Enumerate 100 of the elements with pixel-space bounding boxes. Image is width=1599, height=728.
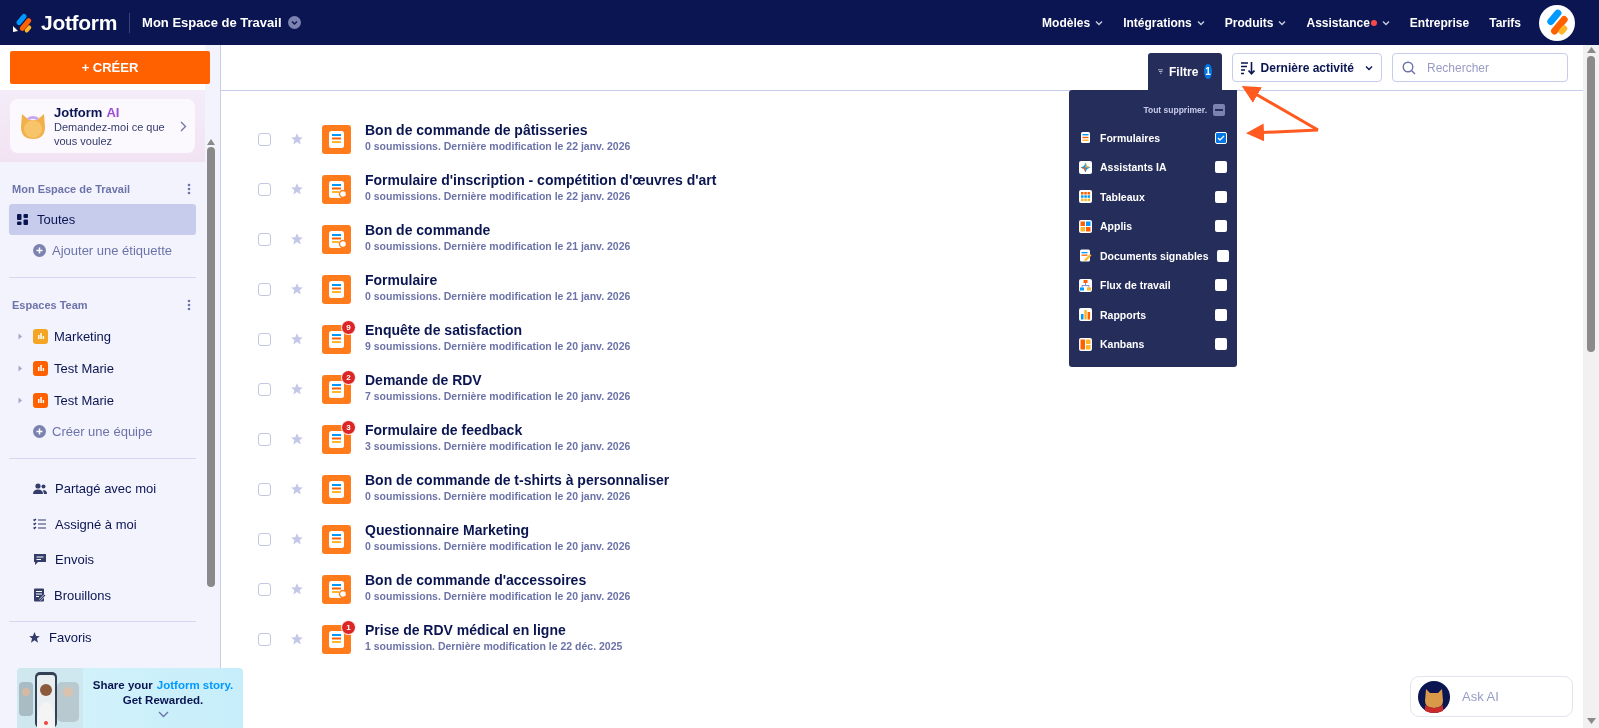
team-item[interactable]: Marketing [54, 328, 112, 344]
checkbox[interactable] [258, 232, 271, 246]
chevron-down-icon[interactable] [157, 711, 169, 718]
nav-link[interactable]: Intégrations [1123, 15, 1192, 30]
checkbox[interactable] [258, 332, 271, 346]
star-icon[interactable] [290, 282, 304, 296]
filter-option[interactable]: Flux de travail [1100, 279, 1207, 292]
form-icon [322, 524, 351, 554]
star-icon[interactable] [290, 532, 304, 546]
count-badge: 2 [341, 369, 356, 385]
people-icon [33, 482, 47, 495]
caret-right-icon[interactable] [18, 396, 23, 404]
sidebar-link[interactable]: Partagé avec moi [55, 481, 157, 497]
scrollbar-thumb[interactable] [1587, 56, 1595, 352]
form-title[interactable]: Bon de commande [365, 221, 631, 238]
checkbox[interactable] [1215, 338, 1227, 351]
checkbox[interactable] [1215, 161, 1227, 174]
nav-link[interactable]: Modèles [1042, 15, 1091, 30]
scroll-down-icon[interactable] [1586, 718, 1596, 724]
filter-button[interactable]: Filtre 1 [1147, 53, 1222, 90]
sort-button[interactable]: Dernière activité [1231, 53, 1382, 82]
star-icon[interactable] [290, 132, 304, 146]
nav-link[interactable]: Produits [1224, 15, 1274, 30]
checkbox[interactable] [258, 582, 271, 596]
form-title[interactable]: Formulaire [365, 271, 631, 288]
nav-link[interactable]: Tarifs [1489, 15, 1521, 30]
checkbox[interactable] [258, 282, 271, 296]
form-title[interactable]: Formulaire d'inscription - compétition d'œuvres d'art [365, 171, 717, 188]
add-label-link[interactable]: Ajouter une étiquette [52, 242, 172, 258]
scrollbar-thumb[interactable] [206, 147, 215, 587]
checkbox[interactable] [1215, 190, 1227, 203]
banner-text: Share your [92, 678, 153, 693]
form-meta: 9 soumissions. Dernière modification le 20 janv. 2026 [365, 339, 631, 352]
checkbox[interactable] [258, 382, 271, 396]
form-icon [322, 324, 351, 354]
star-icon[interactable] [290, 382, 304, 396]
checkbox[interactable] [258, 632, 271, 646]
nav-link[interactable]: Entreprise [1409, 15, 1470, 30]
checkbox[interactable] [1215, 279, 1227, 292]
star-icon[interactable] [290, 582, 304, 596]
filter-option[interactable]: Applis [1100, 220, 1207, 233]
notification-dot [1370, 19, 1377, 26]
checkbox[interactable] [258, 482, 271, 496]
promo-banner[interactable]: Share your Jotform story. Get Rewarded. [17, 668, 243, 728]
team-item[interactable]: Test Marie [54, 360, 114, 376]
sidebar-link[interactable]: Assigné à moi [55, 516, 137, 532]
workspace-name[interactable]: Mon Espace de Travail [142, 15, 282, 30]
filter-option[interactable]: Assistants IA [1100, 161, 1207, 174]
nav-link[interactable]: Assistance [1306, 15, 1370, 30]
form-title[interactable]: Demande de RDV [365, 371, 631, 388]
star-icon[interactable] [290, 332, 304, 346]
clear-all-link[interactable]: Tout supprimer. [1143, 104, 1207, 115]
form-title[interactable]: Questionnaire Marketing [365, 521, 631, 538]
form-title[interactable]: Bon de commande de t-shirts à personnaliser [365, 471, 670, 488]
more-options-icon[interactable] [187, 299, 191, 311]
filter-option[interactable]: Tableaux [1100, 190, 1207, 203]
star-icon[interactable] [290, 182, 304, 196]
scroll-up-icon[interactable] [206, 139, 215, 145]
sidebar-link[interactable]: Envois [55, 552, 95, 568]
filter-option[interactable]: Kanbans [1100, 338, 1207, 351]
form-title[interactable]: Bon de commande d'accessoires [365, 571, 631, 588]
search-field[interactable]: Rechercher [1392, 53, 1568, 82]
more-options-icon[interactable] [187, 183, 191, 195]
banner-brand: Jotform story. [156, 678, 234, 693]
star-icon[interactable] [290, 632, 304, 646]
form-title[interactable]: Formulaire de feedback [365, 421, 631, 438]
checkbox[interactable] [1216, 249, 1229, 262]
filter-option[interactable]: Documents signables [1100, 249, 1209, 262]
form-icon [322, 624, 351, 654]
checkbox[interactable] [258, 432, 271, 446]
checkbox[interactable] [1215, 220, 1227, 233]
caret-right-icon[interactable] [18, 332, 23, 340]
checkbox[interactable] [258, 132, 271, 146]
form-title[interactable]: Prise de RDV médical en ligne [365, 621, 623, 638]
checkbox[interactable] [258, 532, 271, 546]
star-icon[interactable] [290, 432, 304, 446]
select-all-checkbox[interactable] [1213, 103, 1225, 116]
account-avatar[interactable] [1539, 4, 1575, 41]
scroll-up-icon[interactable] [1586, 47, 1596, 53]
ai-assistant-card[interactable]: Jotform AI Demandez-moi ce que vous voulez [10, 99, 195, 153]
sidebar-item[interactable]: Toutes [9, 204, 196, 235]
sidebar-link[interactable]: Favoris [49, 629, 92, 645]
filter-option[interactable]: Rapports [1100, 308, 1207, 321]
count-badge: 1 [341, 619, 356, 635]
checkbox[interactable] [258, 182, 271, 196]
team-item[interactable]: Test Marie [54, 392, 114, 408]
star-icon[interactable] [290, 232, 304, 246]
create-team-link[interactable]: Créer une équipe [52, 423, 153, 439]
form-meta: 0 soumissions. Dernière modification le 21 janv. 2026 [365, 239, 631, 252]
caret-right-icon[interactable] [18, 364, 23, 372]
form-coin-icon [322, 574, 351, 604]
checkbox[interactable] [1215, 308, 1227, 321]
sidebar-link[interactable]: Brouillons [54, 587, 112, 603]
logo-icon[interactable] [12, 11, 34, 34]
chevron-down-icon[interactable] [287, 16, 301, 29]
grid-icon [17, 214, 28, 225]
form-title[interactable]: Enquête de satisfaction [365, 321, 631, 338]
form-title[interactable]: Bon de commande de pâtisseries [365, 121, 631, 138]
star-icon[interactable] [290, 482, 304, 496]
filter-option[interactable]: Formulaires [1100, 131, 1207, 144]
